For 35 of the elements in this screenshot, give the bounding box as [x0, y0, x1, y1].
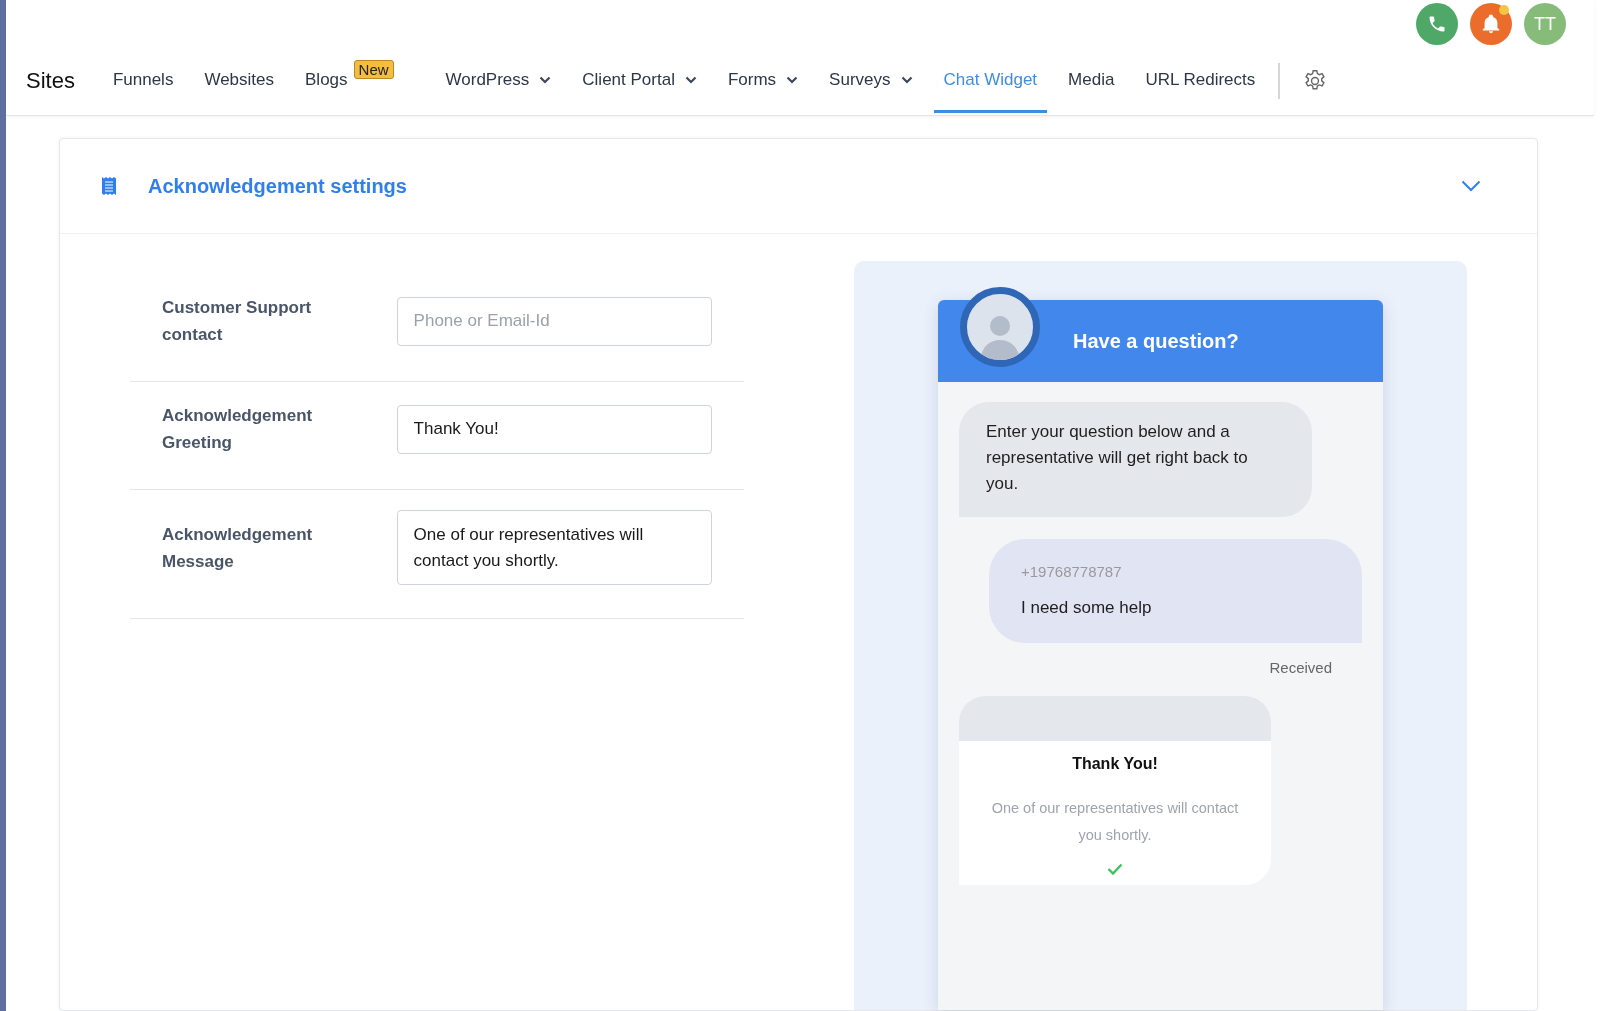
bell-icon [1480, 13, 1502, 35]
text-area[interactable]: One of our representatives will contact you shortly. [396, 510, 712, 585]
phone-icon [1427, 14, 1447, 34]
nav-tab[interactable]: Media [1058, 49, 1125, 113]
chevron-down-icon [900, 75, 913, 84]
phone-button[interactable] [1416, 3, 1458, 45]
message-status: Received [1269, 659, 1332, 676]
field-label: Acknowledgement Greeting [162, 405, 314, 454]
message-text: I need some help [1021, 597, 1153, 619]
sender-number: +19768778787 [1021, 562, 1123, 582]
nav-tab[interactable]: WordPress [435, 49, 562, 113]
chevron-down-icon [539, 75, 552, 84]
acknowledgement-title: Thank You! [1072, 755, 1158, 773]
field-label: Customer Support contact [162, 297, 313, 346]
nav-tab[interactable]: Surveys [819, 49, 923, 113]
nav-tab[interactable]: Websites [194, 49, 284, 113]
section-title: Acknowledgement settings [148, 174, 408, 198]
nav-tab[interactable]: URL Redirects [1135, 49, 1266, 113]
chevron-down-icon[interactable] [1461, 180, 1481, 192]
field-label: Acknowledgement Message [162, 523, 314, 573]
acknowledgement-message: One of our representatives will contact you shortly. [990, 799, 1240, 845]
checkmark-icon [1107, 863, 1123, 875]
chevron-down-icon [684, 75, 697, 84]
receipt-icon [102, 177, 116, 195]
nav-tab[interactable]: Forms [717, 49, 809, 113]
input-field[interactable]: Phone or Email-Id [396, 296, 712, 346]
page-title: Sites [26, 68, 75, 94]
input-field[interactable]: Thank You! [396, 404, 712, 454]
nav-tab[interactable]: Client Portal [572, 49, 707, 113]
nav-tab[interactable]: Funnels [102, 49, 184, 113]
agent-message: Enter your question below and a representative will get right back to you. [959, 402, 1312, 517]
new-badge: New [353, 59, 394, 79]
notification-button[interactable] [1470, 3, 1512, 45]
widget-title: Have a question? [1073, 329, 1239, 353]
chevron-down-icon [786, 75, 799, 84]
